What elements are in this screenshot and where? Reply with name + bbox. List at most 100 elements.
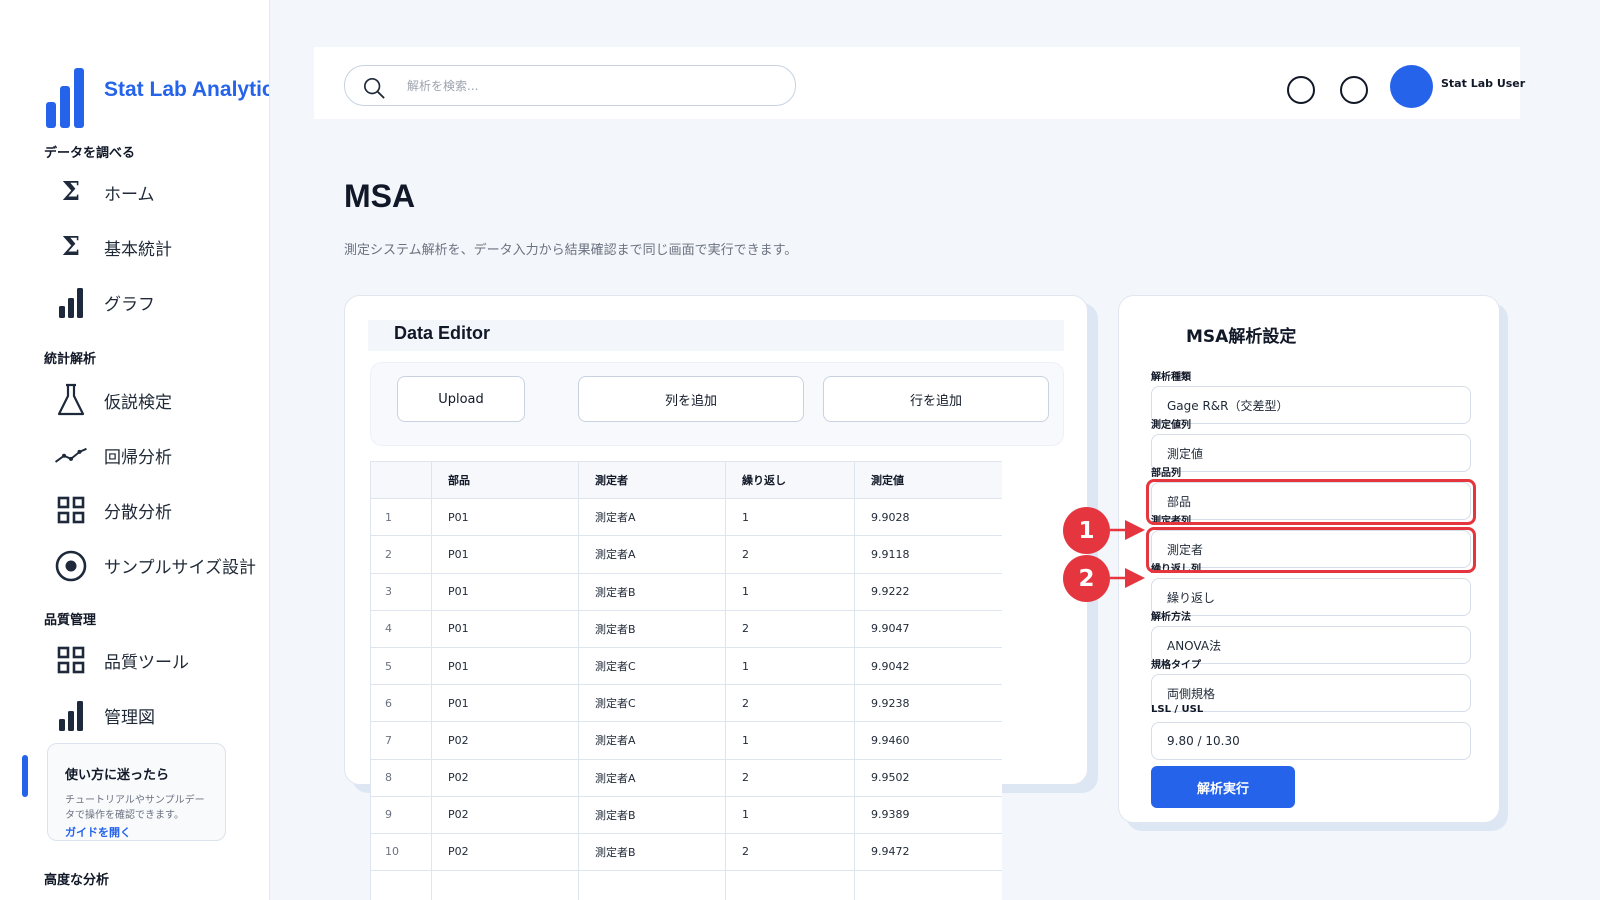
table-row[interactable]: 1 P01 測定者A 1 9.9028 <box>370 498 1002 537</box>
page-subtitle: 測定システム解析を、データ入力から結果確認まで同じ画面で実行できます。 <box>344 243 798 258</box>
app-logo[interactable]: Stat Lab Analytics <box>46 66 269 128</box>
column-header-repeat[interactable]: 繰り返し <box>725 461 855 500</box>
sidebar-item-sample-size[interactable]: サンプルサイズ設計 <box>54 545 269 585</box>
table-cell[interactable]: 9.9460 <box>854 721 1002 760</box>
table-cell[interactable]: 2 <box>725 535 855 574</box>
sidebar-item-basic-stats[interactable]: Σ 基本統計 <box>54 227 269 267</box>
measurement-column-select[interactable]: 測定値 <box>1151 434 1471 472</box>
table-cell[interactable]: P02 <box>431 758 579 797</box>
sidebar-item-hypothesis[interactable]: 仮説検定 <box>54 380 269 420</box>
table-cell[interactable]: 1 <box>725 646 855 686</box>
table-cell[interactable]: 9.9389 <box>854 795 1002 834</box>
sidebar-item-home[interactable]: Σ ホーム <box>54 172 269 212</box>
table-cell[interactable]: 測定者A <box>578 498 726 537</box>
table-cell[interactable]: 2 <box>725 609 855 648</box>
table-cell[interactable] <box>854 870 1002 900</box>
sigma-icon: Σ <box>61 232 81 262</box>
table-row[interactable]: 7 P02 測定者A 1 9.9460 <box>370 721 1002 760</box>
table-cell[interactable]: P02 <box>431 795 579 834</box>
table-cell[interactable]: 2 <box>725 684 855 723</box>
top-bar: Stat Lab User <box>314 47 1525 119</box>
table-cell[interactable]: 9.9472 <box>854 832 1002 872</box>
table-cell[interactable]: 9.9222 <box>854 572 1002 611</box>
sidebar-item-anova[interactable]: 分散分析 <box>54 490 269 530</box>
logo-bars-icon <box>46 66 84 128</box>
table-cell[interactable]: 9.9502 <box>854 758 1002 797</box>
grid-icon <box>54 493 88 527</box>
table-cell[interactable]: 9.9238 <box>854 684 1002 723</box>
table-cell[interactable] <box>431 870 579 900</box>
table-cell[interactable]: P01 <box>431 609 579 648</box>
table-row[interactable]: 9 P02 測定者B 1 9.9389 <box>370 795 1002 834</box>
table-cell[interactable]: P02 <box>431 721 579 760</box>
spec-limits-input[interactable]: 9.80 / 10.30 <box>1151 722 1471 760</box>
analysis-type-select[interactable]: Gage R&R（交差型） <box>1151 386 1471 424</box>
run-analysis-button[interactable]: 解析実行 <box>1151 766 1295 808</box>
table-row[interactable]: 3 P01 測定者B 1 9.9222 <box>370 572 1002 611</box>
table-row[interactable]: 10 P02 測定者B 2 9.9472 <box>370 832 1002 872</box>
row-number-cell: 1 <box>370 498 432 537</box>
table-cell[interactable]: 測定者B <box>578 832 726 872</box>
table-cell[interactable]: 9.9118 <box>854 535 1002 574</box>
column-header-measurement[interactable]: 測定値 <box>854 461 1002 500</box>
avatar[interactable] <box>1390 65 1433 108</box>
table-cell[interactable]: 2 <box>725 758 855 797</box>
table-cell[interactable]: 9.9042 <box>854 646 1002 686</box>
table-cell[interactable]: 測定者C <box>578 646 726 686</box>
table-cell[interactable]: P01 <box>431 535 579 574</box>
table-cell[interactable]: 測定者A <box>578 721 726 760</box>
data-table-wrapper[interactable]: 部品 測定者 繰り返し 測定値 1 P01 測定者A 1 9.9028 2 P01 測定者A 2… <box>370 461 1002 900</box>
column-header-part[interactable]: 部品 <box>431 461 579 500</box>
table-row[interactable]: 5 P01 測定者C 1 9.9042 <box>370 646 1002 686</box>
help-title: 使い方に迷ったら <box>65 768 170 783</box>
help-description: チュートリアルやサンプルデータで操作を確認できます。 <box>65 795 205 821</box>
table-cell[interactable]: P01 <box>431 646 579 686</box>
table-cell[interactable]: 測定者B <box>578 609 726 648</box>
table-row[interactable]: 6 P01 測定者C 2 9.9238 <box>370 684 1002 723</box>
add-column-button[interactable]: 列を追加 <box>578 376 804 422</box>
table-row[interactable]: 4 P01 測定者B 2 9.9047 <box>370 609 1002 648</box>
column-header-index[interactable] <box>370 461 432 500</box>
table-cell[interactable]: P01 <box>431 498 579 537</box>
bar-chart-icon <box>54 285 88 319</box>
sidebar-item-regression[interactable]: 回帰分析 <box>54 435 269 475</box>
sidebar-item-control-chart[interactable]: 管理図 <box>54 695 269 735</box>
sidebar-item-graph[interactable]: グラフ <box>54 282 269 322</box>
page-title: MSA <box>344 178 416 214</box>
table-cell[interactable]: P02 <box>431 832 579 872</box>
notification-button[interactable] <box>1287 76 1315 104</box>
table-cell[interactable]: 1 <box>725 721 855 760</box>
table-cell[interactable]: 測定者B <box>578 572 726 611</box>
search-box[interactable] <box>344 65 796 106</box>
table-cell[interactable]: 9.9028 <box>854 498 1002 537</box>
column-header-operator[interactable]: 測定者 <box>578 461 726 500</box>
table-cell[interactable]: 測定者A <box>578 535 726 574</box>
table-cell[interactable]: 2 <box>725 832 855 872</box>
table-cell[interactable]: 測定者C <box>578 684 726 723</box>
table-row[interactable] <box>370 870 1002 900</box>
table-cell[interactable]: 1 <box>725 498 855 537</box>
row-number-cell <box>370 870 432 900</box>
open-guide-link[interactable]: ガイドを開く <box>65 824 131 840</box>
settings-button[interactable] <box>1340 76 1368 104</box>
repeat-column-select[interactable]: 繰り返し <box>1151 578 1471 616</box>
table-cell[interactable]: 測定者B <box>578 795 726 834</box>
sidebar-item-quality-tools[interactable]: 品質ツール <box>54 640 269 680</box>
table-cell[interactable]: 測定者A <box>578 758 726 797</box>
table-cell[interactable]: P01 <box>431 684 579 723</box>
table-cell[interactable]: 1 <box>725 795 855 834</box>
add-row-button[interactable]: 行を追加 <box>823 376 1049 422</box>
table-cell[interactable]: 9.9047 <box>854 609 1002 648</box>
sidebar-item-label: 基本統計 <box>104 239 172 260</box>
upload-button[interactable]: Upload <box>397 376 525 422</box>
table-cell[interactable]: 1 <box>725 572 855 611</box>
annotation-badge-1: 1 <box>1063 507 1110 554</box>
field-label-analysis-method: 解析方法 <box>1151 612 1191 623</box>
table-cell[interactable] <box>725 870 855 900</box>
table-row[interactable]: 8 P02 測定者A 2 9.9502 <box>370 758 1002 797</box>
field-label-measurement-column: 測定値列 <box>1151 420 1191 431</box>
table-cell[interactable] <box>578 870 726 900</box>
table-row[interactable]: 2 P01 測定者A 2 9.9118 <box>370 535 1002 574</box>
search-input[interactable] <box>407 76 767 96</box>
table-cell[interactable]: P01 <box>431 572 579 611</box>
